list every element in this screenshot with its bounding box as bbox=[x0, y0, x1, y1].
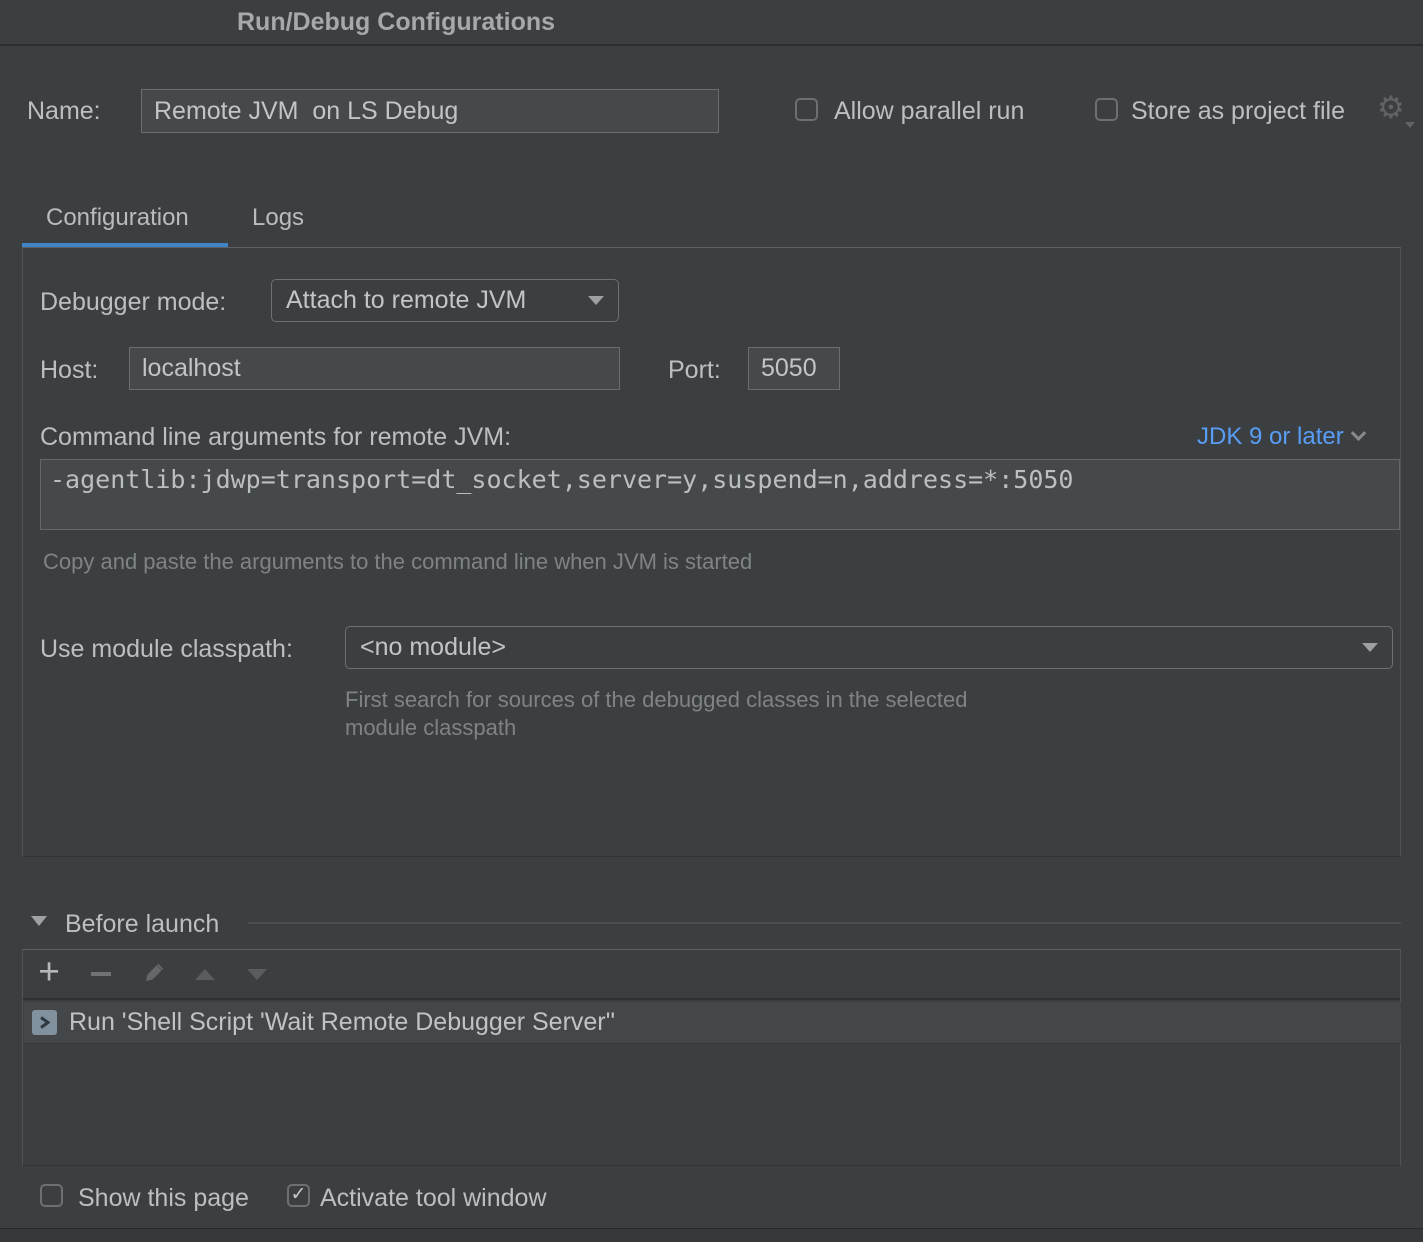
jdk-version-value: JDK 9 or later bbox=[1197, 423, 1344, 451]
before-launch-collapse-icon[interactable] bbox=[31, 916, 47, 926]
store-as-project-file-label: Store as project file bbox=[1131, 97, 1345, 126]
dialog-titlebar: Run/Debug Configurations bbox=[0, 0, 1423, 46]
checkmark-icon: ✓ bbox=[291, 1185, 307, 1204]
port-label: Port: bbox=[668, 356, 721, 385]
allow-parallel-run-checkbox[interactable] bbox=[795, 98, 818, 121]
host-input[interactable] bbox=[129, 347, 620, 390]
chevron-down-icon bbox=[1350, 425, 1366, 441]
show-this-page-label: Show this page bbox=[78, 1184, 249, 1213]
cmdline-arguments-field[interactable]: -agentlib:jdwp=transport=dt_socket,serve… bbox=[40, 459, 1400, 530]
module-classpath-hint-line1: First search for sources of the debugged… bbox=[345, 687, 967, 713]
before-launch-toolbar: + bbox=[23, 950, 1400, 1000]
arrow-up-icon bbox=[195, 969, 215, 980]
dialog-bottom-strip bbox=[0, 1228, 1423, 1242]
debugger-mode-label: Debugger mode: bbox=[40, 288, 226, 317]
task-label: Run 'Shell Script 'Wait Remote Debugger … bbox=[69, 1008, 615, 1037]
module-classpath-label: Use module classpath: bbox=[40, 635, 293, 664]
cmdline-hint: Copy and paste the arguments to the comm… bbox=[43, 549, 752, 575]
plus-icon: + bbox=[38, 953, 60, 990]
remove-task-button[interactable] bbox=[75, 950, 127, 998]
gear-dropdown-caret-icon bbox=[1405, 122, 1415, 128]
host-label: Host: bbox=[40, 356, 98, 385]
activate-tool-window-checkbox[interactable]: ✓ bbox=[287, 1184, 310, 1207]
tab-logs[interactable]: Logs bbox=[252, 204, 304, 232]
before-launch-title: Before launch bbox=[65, 910, 219, 939]
module-classpath-value: <no module> bbox=[360, 633, 506, 662]
name-label: Name: bbox=[27, 97, 101, 126]
before-launch-separator bbox=[248, 922, 1401, 924]
run-debug-configurations-dialog: Run/Debug Configurations Name: Allow par… bbox=[0, 0, 1423, 1242]
chevron-down-icon bbox=[588, 296, 604, 305]
store-options-gear-button[interactable]: ⚙ bbox=[1377, 92, 1411, 126]
pencil-icon bbox=[140, 961, 166, 987]
port-input[interactable] bbox=[748, 347, 840, 390]
minus-icon bbox=[91, 972, 111, 976]
before-launch-panel: + Run 'She bbox=[22, 949, 1401, 1166]
store-as-project-file-checkbox[interactable] bbox=[1095, 98, 1118, 121]
add-task-button[interactable]: + bbox=[23, 950, 75, 998]
edit-task-button[interactable] bbox=[127, 950, 179, 998]
dialog-title: Run/Debug Configurations bbox=[237, 8, 555, 37]
gear-icon: ⚙ bbox=[1377, 90, 1405, 125]
name-input[interactable] bbox=[141, 89, 719, 133]
before-launch-task-row[interactable]: Run 'Shell Script 'Wait Remote Debugger … bbox=[24, 1002, 1401, 1044]
debugger-mode-value: Attach to remote JVM bbox=[286, 286, 526, 315]
move-task-down-button[interactable] bbox=[231, 950, 283, 998]
show-this-page-checkbox[interactable] bbox=[40, 1184, 63, 1207]
jdk-version-selector[interactable]: JDK 9 or later bbox=[1197, 423, 1364, 451]
tab-configuration[interactable]: Configuration bbox=[46, 204, 189, 232]
debugger-mode-dropdown[interactable]: Attach to remote JVM bbox=[271, 279, 619, 322]
allow-parallel-run-label: Allow parallel run bbox=[834, 97, 1024, 126]
chevron-down-icon bbox=[1362, 643, 1378, 652]
move-task-up-button[interactable] bbox=[179, 950, 231, 998]
arrow-down-icon bbox=[247, 969, 267, 980]
shell-script-run-icon bbox=[32, 1010, 57, 1035]
activate-tool-window-label: Activate tool window bbox=[320, 1184, 547, 1213]
cmdline-label: Command line arguments for remote JVM: bbox=[40, 423, 511, 452]
module-classpath-hint-line2: module classpath bbox=[345, 715, 516, 741]
module-classpath-dropdown[interactable]: <no module> bbox=[345, 626, 1393, 669]
